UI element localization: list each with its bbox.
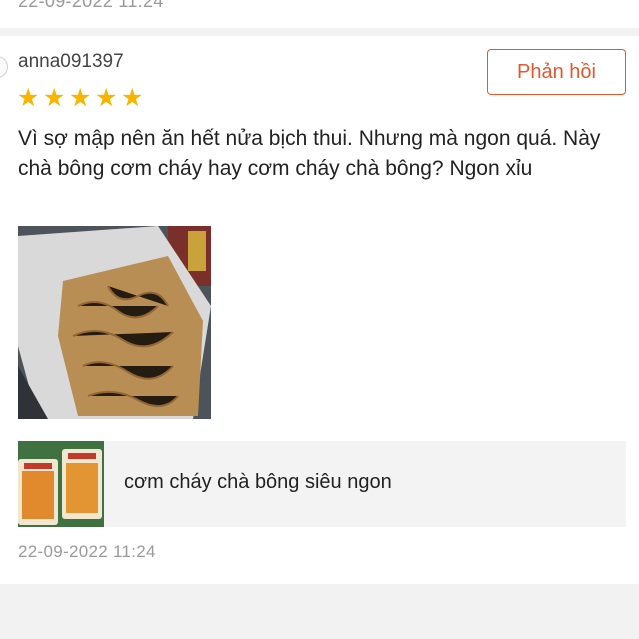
product-thumbnail [18, 441, 104, 527]
star-icon: ★ [69, 84, 92, 112]
review-text: Vì sợ mập nên ăn hết nửa bịch thui. Nhưn… [18, 127, 601, 180]
previous-review-timestamp: 22-09-2022 11:24 [18, 0, 164, 11]
star-icon: ★ [121, 84, 144, 112]
previous-review-card: 22-09-2022 11:24 [0, 0, 639, 28]
star-icon: ★ [95, 84, 118, 112]
product-name: cơm cháy chà bông siêu ngon [124, 471, 392, 493]
star-icon: ★ [43, 84, 66, 112]
star-rating: ★ ★ ★ ★ ★ [17, 86, 145, 111]
product-thumbnail-icon [18, 441, 104, 527]
reply-button[interactable]: Phản hồi [487, 49, 626, 95]
review-photo[interactable] [18, 226, 211, 419]
product-link[interactable]: cơm cháy chà bông siêu ngon [18, 441, 626, 527]
star-icon: ★ [17, 84, 40, 112]
review-timestamp: 22-09-2022 11:24 [18, 542, 156, 561]
review-card: anna091397 Phản hồi ★ ★ ★ ★ ★ Vì sợ mập … [0, 36, 639, 584]
product-photo-icon [18, 226, 211, 419]
avatar[interactable] [0, 56, 8, 78]
reviewer-username[interactable]: anna091397 [18, 51, 124, 73]
